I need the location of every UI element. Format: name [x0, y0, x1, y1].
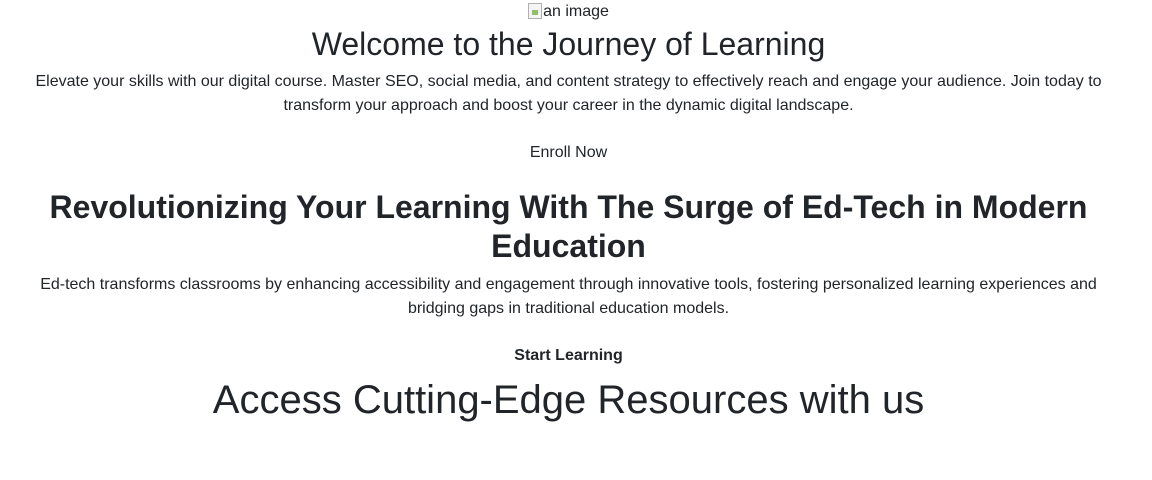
- start-learning-button[interactable]: Start Learning: [514, 346, 622, 366]
- broken-image-icon: [528, 3, 543, 19]
- resources-title-block: Access Cutting-Edge Resources with us: [0, 375, 1137, 425]
- hero-description-block: Elevate your skills with our digital cou…: [0, 70, 1137, 118]
- edtech-title-block: Revolutionizing Your Learning With The S…: [0, 188, 1137, 266]
- hero-image-alt-text: an image: [543, 3, 609, 20]
- page: an image Welcome to the Journey of Learn…: [0, 0, 1152, 480]
- resources-title: Access Cutting-Edge Resources with us: [212, 378, 925, 422]
- hero-cta-block: Enroll Now: [0, 143, 1137, 163]
- edtech-description: Ed-tech transforms classrooms by enhanci…: [40, 276, 1097, 317]
- hero-description: Elevate your skills with our digital cou…: [35, 73, 1102, 114]
- hero-title: Welcome to the Journey of Learning: [311, 26, 826, 62]
- edtech-description-block: Ed-tech transforms classrooms by enhanci…: [0, 273, 1137, 321]
- edtech-cta-block: Start Learning: [0, 346, 1137, 366]
- enroll-now-button[interactable]: Enroll Now: [530, 143, 607, 163]
- hero-title-block: Welcome to the Journey of Learning: [0, 25, 1137, 63]
- hero-image: an image: [0, 2, 1137, 22]
- edtech-title: Revolutionizing Your Learning With The S…: [49, 189, 1088, 264]
